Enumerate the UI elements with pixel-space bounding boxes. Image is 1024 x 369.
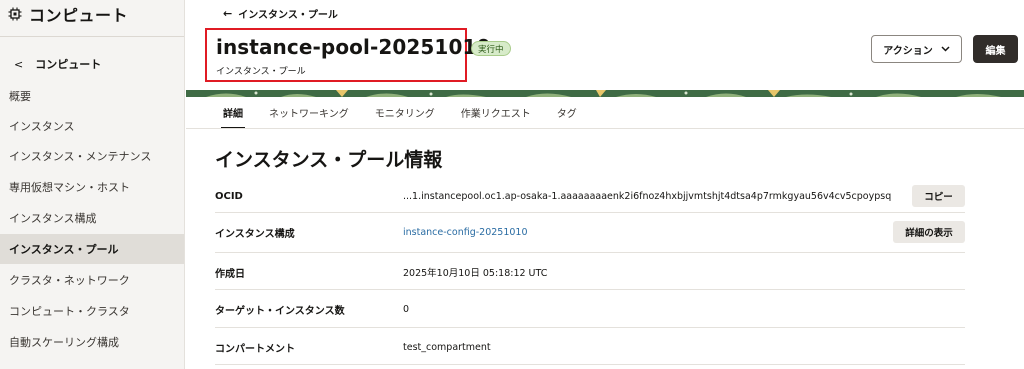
edit-button[interactable]: 編集 [973, 35, 1018, 63]
sidebar-back-link[interactable]: < コンピュート [14, 56, 101, 72]
sidebar-title: コンピュート [29, 6, 129, 25]
sidebar-item-label: コンピュート・クラスタ [9, 305, 130, 318]
sidebar-item-compute-clusters[interactable]: コンピュート・クラスタ [0, 296, 184, 326]
tab-details[interactable]: 詳細 [221, 97, 245, 129]
instance-config-link[interactable]: instance-config-20251010 [403, 212, 528, 252]
ocid-value: ...1.instancepool.oc1.ap-osaka-1.aaaaaaa… [403, 190, 892, 202]
compartment-value: test_compartment [403, 341, 491, 353]
info-row-ocid: OCID ...1.instancepool.oc1.ap-osaka-1.aa… [215, 176, 965, 216]
breadcrumb-label: インスタンス・プール [238, 10, 338, 21]
decorative-banner [186, 90, 1024, 97]
tab-divider [186, 128, 1024, 129]
compute-icon [8, 7, 22, 21]
info-row-instance-config: インスタンス構成 instance-config-20251010 詳細の表示 [215, 212, 965, 252]
sidebar-item-label: インスタンス・プール [9, 243, 119, 256]
tab-work-requests[interactable]: 作業リクエスト [461, 97, 531, 127]
status-badge: 実行中 [471, 41, 511, 56]
sidebar-item-instances[interactable]: インスタンス [0, 111, 184, 141]
created-value: 2025年10月10日 05:18:12 UTC [403, 268, 548, 279]
sidebar-item-instance-configurations[interactable]: インスタンス構成 [0, 203, 184, 233]
chevron-down-icon [941, 46, 950, 52]
target-count-value: 0 [403, 303, 410, 315]
tab-tags[interactable]: タグ [557, 97, 577, 127]
main-content: ← インスタンス・プール instance-pool-20251010 インスタ… [186, 0, 1024, 369]
row-label: インスタンス構成 [215, 228, 295, 240]
sidebar-item-instance-pools[interactable]: インスタンス・プール [0, 234, 184, 264]
sidebar-item-overview[interactable]: 概要 [0, 81, 184, 111]
view-details-button[interactable]: 詳細の表示 [893, 221, 965, 243]
row-divider [215, 364, 965, 365]
sidebar-item-cluster-networks[interactable]: クラスタ・ネットワーク [0, 265, 184, 295]
actions-label: アクション [883, 45, 933, 57]
sidebar: コンピュート < コンピュート 概要 インスタンス インスタンス・メンテナンス … [0, 0, 185, 369]
section-title: インスタンス・プール情報 [215, 149, 443, 171]
actions-dropdown-button[interactable]: アクション [871, 35, 962, 63]
chevron-left-icon: < [14, 57, 24, 71]
sidebar-item-label: クラスタ・ネットワーク [9, 274, 130, 287]
sidebar-item-label: インスタンス [9, 120, 75, 133]
info-row-created: 作成日 2025年10月10日 05:18:12 UTC [215, 252, 965, 292]
arrow-left-icon: ← [223, 7, 233, 20]
tab-bar: 詳細 ネットワーキング モニタリング 作業リクエスト タグ [221, 97, 577, 129]
tab-monitoring[interactable]: モニタリング [375, 97, 435, 127]
sidebar-item-label: インスタンス・メンテナンス [9, 150, 152, 163]
row-label: ターゲット・インスタンス数 [215, 305, 345, 317]
row-label: OCID [215, 190, 243, 202]
tab-networking[interactable]: ネットワーキング [269, 97, 349, 127]
copy-button[interactable]: コピー [912, 185, 965, 207]
sidebar-item-label: インスタンス構成 [9, 212, 97, 225]
info-row-compartment: コンパートメント test_compartment [215, 327, 965, 367]
sidebar-item-instance-maintenance[interactable]: インスタンス・メンテナンス [0, 141, 184, 171]
page-subtitle: インスタンス・プール [216, 67, 306, 77]
info-row-target-count: ターゲット・インスタンス数 0 [215, 289, 965, 329]
sidebar-item-label: 専用仮想マシン・ホスト [9, 181, 130, 194]
page-title: instance-pool-20251010 [216, 35, 491, 59]
row-label: コンパートメント [215, 343, 295, 355]
breadcrumb[interactable]: ← インスタンス・プール [223, 6, 338, 21]
sidebar-divider [0, 36, 184, 37]
sidebar-header: コンピュート [8, 4, 129, 25]
row-label: 作成日 [215, 268, 245, 280]
sidebar-item-label: 自動スケーリング構成 [9, 336, 119, 349]
sidebar-back-label: コンピュート [35, 58, 102, 71]
sidebar-item-autoscaling-configurations[interactable]: 自動スケーリング構成 [0, 327, 184, 357]
sidebar-item-dedicated-vm-hosts[interactable]: 専用仮想マシン・ホスト [0, 172, 184, 202]
sidebar-item-label: 概要 [9, 90, 31, 103]
